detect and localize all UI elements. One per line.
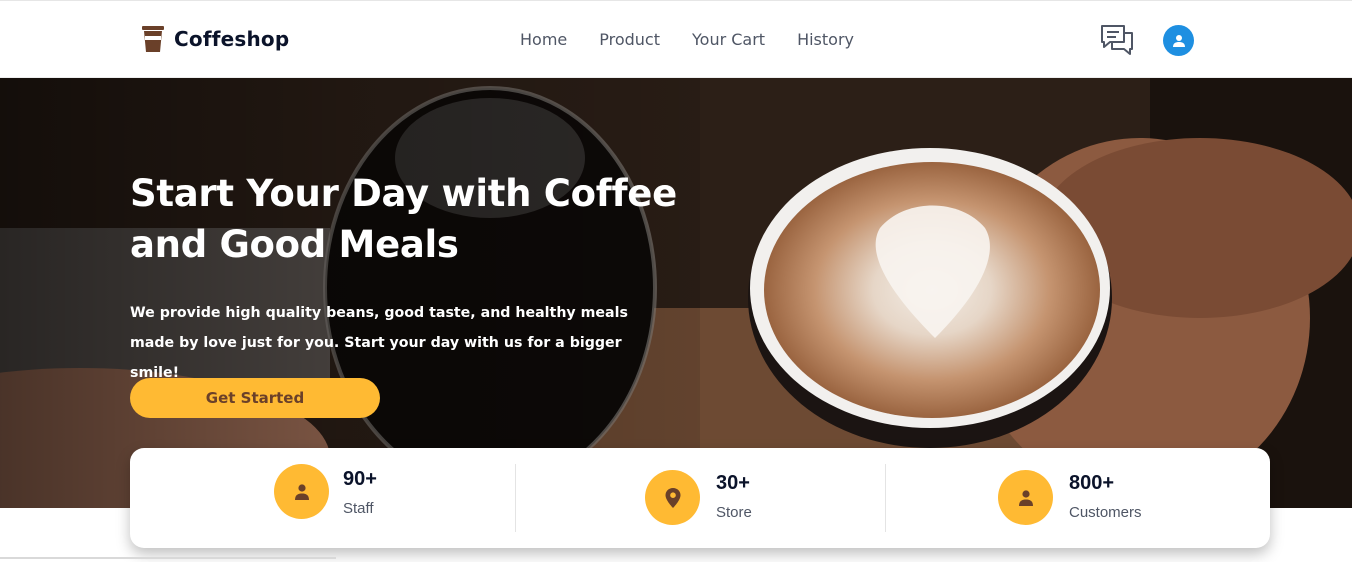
horizontal-scrollbar[interactable] (0, 557, 336, 559)
chat-button[interactable] (1100, 24, 1134, 56)
location-pin-icon (665, 487, 680, 508)
stats-card: 90+ Staff 30+ Store 800+ Customers (130, 448, 1270, 548)
navbar: Coffeshop Home Product Your Cart History (0, 0, 1352, 78)
stat-customers-value: 800+ (1069, 472, 1115, 494)
profile-button[interactable] (1163, 25, 1194, 56)
chat-icon (1101, 25, 1133, 55)
stat-customers-label: Customers (1069, 504, 1142, 521)
stat-store: 30+ Store (516, 448, 885, 548)
nav-item-home[interactable]: Home (520, 30, 567, 49)
person-icon (1018, 489, 1033, 506)
stat-staff-label: Staff (343, 500, 374, 517)
main-nav: Home Product Your Cart History (520, 30, 886, 49)
stat-store-label: Store (716, 504, 752, 521)
nav-item-product[interactable]: Product (599, 30, 660, 49)
hero-title: Start Your Day with Coffee and Good Meal… (130, 172, 677, 266)
nav-item-your-cart[interactable]: Your Cart (692, 30, 765, 49)
coffee-cup-icon (142, 26, 164, 52)
get-started-button[interactable]: Get Started (130, 378, 380, 418)
user-icon (1172, 34, 1185, 47)
stat-store-value: 30+ (716, 472, 750, 494)
stat-customers-badge (998, 470, 1053, 525)
brand-logo[interactable]: Coffeshop (140, 25, 289, 53)
brand-name: Coffeshop (174, 27, 290, 51)
stat-staff-badge (274, 464, 329, 519)
stat-customers: 800+ Customers (886, 448, 1270, 548)
stat-staff-value: 90+ (343, 468, 377, 490)
hero-banner: Start Your Day with Coffee and Good Meal… (0, 78, 1352, 508)
hero-background-photo (0, 78, 1352, 508)
nav-item-history[interactable]: History (797, 30, 854, 49)
hero-description: We provide high quality beans, good tast… (130, 305, 628, 381)
stat-staff: 90+ Staff (130, 448, 515, 548)
person-icon (294, 483, 309, 500)
stat-store-badge (645, 470, 700, 525)
